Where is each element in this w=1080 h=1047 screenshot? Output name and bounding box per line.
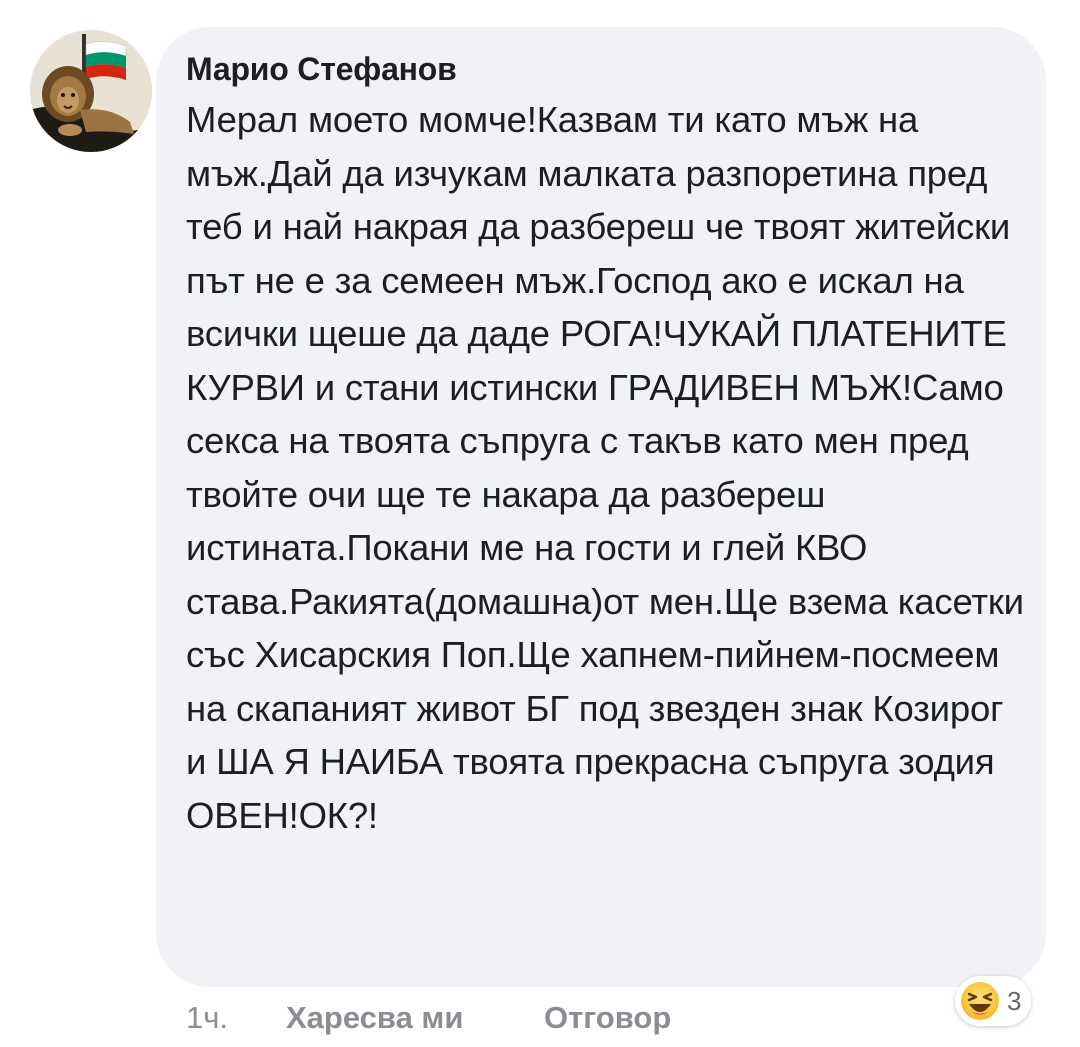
reaction-count: 3 [1007, 985, 1022, 1016]
like-button[interactable]: Харесва ми [286, 1000, 544, 1036]
avatar[interactable] [30, 30, 152, 152]
comment-author-name[interactable]: Марио Стефанов [186, 49, 1026, 89]
haha-reaction-icon [961, 982, 999, 1020]
reply-button[interactable]: Отговор [544, 1000, 671, 1036]
comment-text: Мерал моето момче!Казвам ти като мъж на … [186, 99, 1024, 836]
reaction-summary[interactable]: 3 [955, 976, 1032, 1026]
comment-actions: 1ч. Харесва ми Отговор [186, 994, 671, 1042]
comment-timestamp[interactable]: 1ч. [186, 1000, 286, 1036]
avatar-lion-bulgarian-flag-icon [30, 30, 152, 152]
comment-bubble: Марио Стефанов Мерал моето момче!Казвам … [156, 27, 1046, 987]
